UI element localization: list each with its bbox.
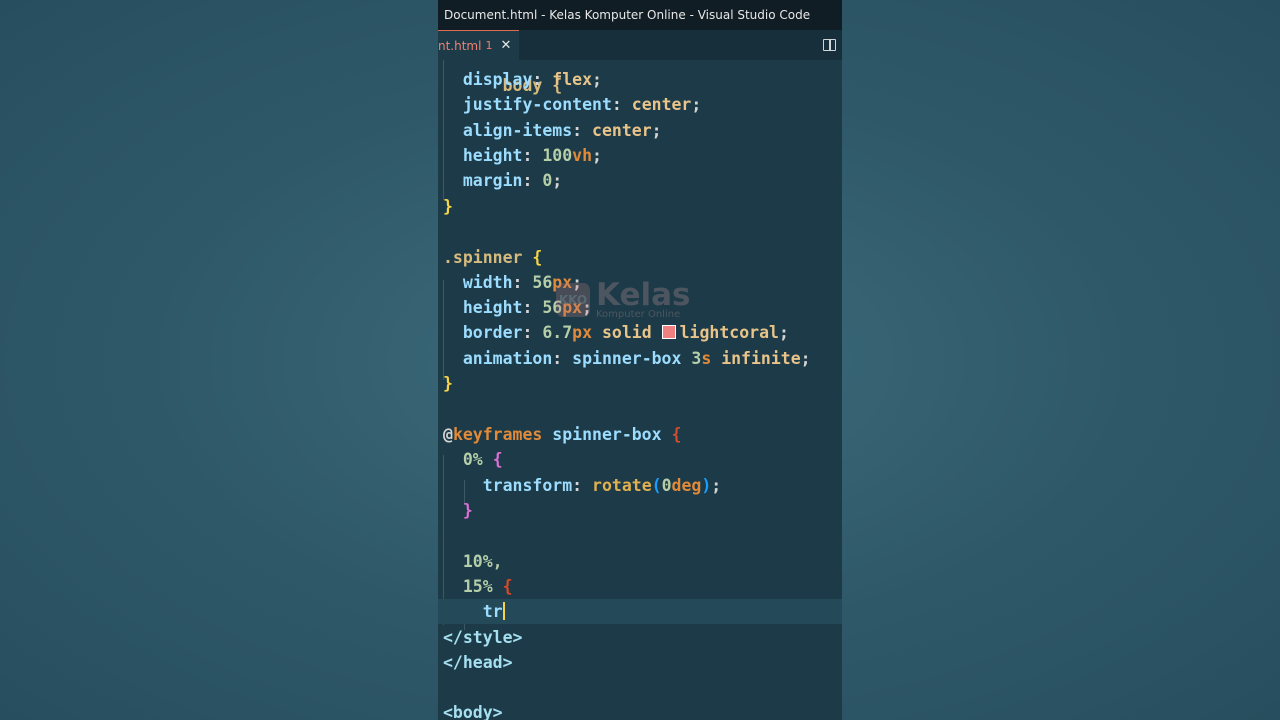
text-cursor <box>502 602 505 620</box>
code-line: height: 100vh; <box>462 146 602 165</box>
code-line: 10%, <box>462 552 503 571</box>
code-line: 15% { <box>462 577 513 596</box>
code-line: justify-content: center; <box>462 95 702 114</box>
code-line: } <box>462 501 473 520</box>
code-line: </style> <box>443 628 523 647</box>
code-line: width: 56px; <box>462 273 583 292</box>
color-swatch[interactable] <box>661 325 676 339</box>
code-line: .spinner { <box>443 248 543 267</box>
code-line: <body> <box>443 703 503 720</box>
code-line: margin: 0; <box>462 171 563 190</box>
vscode-window: Document.html - Kelas Komputer Online - … <box>438 0 842 720</box>
code-line: </head> <box>443 653 513 672</box>
code-line: } <box>443 197 453 216</box>
window-title: Document.html - Kelas Komputer Online - … <box>438 0 842 30</box>
code-line: display: flex; <box>462 70 602 89</box>
code-line: height: 56px; <box>462 298 593 317</box>
code-line: align-items: center; <box>462 121 662 140</box>
code-line: @keyframes spinner-box { <box>443 425 682 444</box>
current-code-line[interactable]: tr <box>438 599 842 624</box>
code-editor[interactable]: body { display: flex; justify-content: c… <box>438 60 842 720</box>
code-line: border: 6.7px solid lightcoral; <box>462 323 789 342</box>
code-line: } <box>443 374 453 393</box>
code-line: transform: rotate(0deg); <box>482 476 722 495</box>
split-editor-icon[interactable] <box>823 39 836 51</box>
code-line: 0% { <box>462 450 503 469</box>
code-line: animation: spinner-box 3s infinite; <box>462 349 811 368</box>
